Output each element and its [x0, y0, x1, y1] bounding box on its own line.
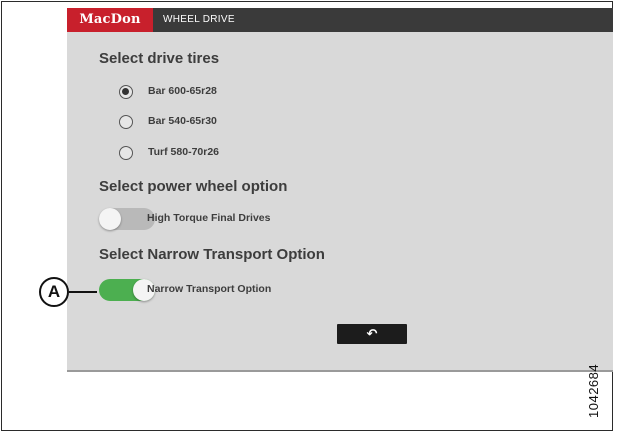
power-wheel-heading: Select power wheel option [99, 178, 288, 195]
figure-number: 1042684 [586, 363, 601, 418]
drive-tires-heading: Select drive tires [99, 50, 220, 67]
radio-unselected-icon[interactable] [119, 146, 133, 160]
callout-leader-line [69, 291, 97, 293]
radio-selected-icon[interactable] [119, 85, 133, 99]
brand-logo: MacDon [67, 8, 153, 32]
tire-option-label: Bar 600-65r28 [148, 85, 217, 97]
tire-option-label: Turf 580-70r26 [148, 146, 220, 158]
screen-bottom-edge [67, 370, 613, 372]
page-title: WHEEL DRIVE [163, 14, 235, 25]
back-arrow-icon: ↶ [366, 326, 378, 341]
wheel-drive-screen: MacDon WHEEL DRIVE Select drive tires Ba… [67, 8, 613, 370]
toggle-knob [99, 208, 121, 230]
high-torque-label: High Torque Final Drives [147, 212, 271, 224]
header-bar: MacDon WHEEL DRIVE [67, 8, 613, 32]
narrow-transport-label: Narrow Transport Option [147, 283, 272, 295]
narrow-transport-heading: Select Narrow Transport Option [99, 246, 325, 263]
callout-a: A [39, 277, 69, 307]
tire-option-label: Bar 540-65r30 [148, 115, 217, 127]
radio-unselected-icon[interactable] [119, 115, 133, 129]
back-button[interactable]: ↶ [337, 324, 407, 344]
